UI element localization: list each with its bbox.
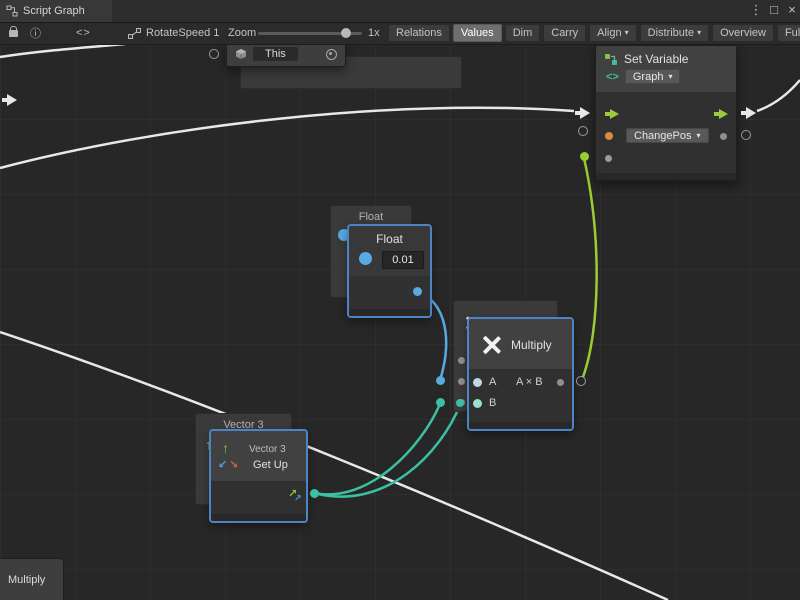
script-graph-tab[interactable]: Script Graph (0, 0, 112, 22)
float-value-input[interactable] (382, 251, 424, 269)
float-type-icon (359, 252, 372, 265)
this-node-label: This (253, 47, 298, 61)
variable-value-port[interactable] (605, 155, 612, 162)
down-left-arrow-icon: ↙ (218, 460, 227, 471)
flow-arrow-out-of-set-variable-icon[interactable] (741, 107, 758, 119)
set-variable-title: Set Variable (624, 52, 688, 66)
window-title-bar: Script Graph ⋮ □ × (0, 0, 800, 23)
vector3-node[interactable]: ↑ ↙ ↘ Vector 3 Get Up ↗ ↗ (210, 430, 307, 522)
caret-down-icon: ▾ (697, 29, 701, 37)
variable-name-port[interactable] (605, 132, 613, 140)
multiply-port-b-label: B (489, 397, 496, 409)
vector3-output-port[interactable] (310, 489, 319, 498)
zoom-value: 1x (368, 22, 380, 44)
graph-icon (128, 28, 141, 39)
wire-end-teal-port[interactable] (436, 398, 445, 407)
set-variable-left-port[interactable] (578, 126, 588, 136)
graph-toolbar: ⓘ <> RotateSpeed 1 Zoom 1x Relations Val… (0, 22, 800, 45)
caret-down-icon: ▾ (625, 29, 629, 37)
vector3-operation-label: Get Up (253, 459, 288, 471)
multiply-title: Multiply (511, 338, 552, 352)
variable-name-dropdown[interactable]: ChangePos ▾ (626, 128, 709, 143)
variable-kind-icon: <> (606, 71, 619, 83)
multiply-ghost-port-1 (458, 357, 465, 364)
float-ghost-title: Float (331, 206, 411, 223)
multiply-icon (480, 334, 502, 356)
vector3-title: Vector 3 (249, 444, 286, 455)
variable-output-port[interactable] (720, 133, 727, 140)
up-arrow-icon: ↑ (222, 441, 229, 455)
multiply-port-a-label: A (489, 376, 496, 388)
multiply-output-hollow-port[interactable] (576, 376, 586, 386)
set-variable-node[interactable]: Set Variable <> Graph ▾ ChangePos ▾ (595, 45, 737, 181)
float-output-port[interactable] (413, 287, 422, 296)
values-button[interactable]: Values (453, 24, 502, 42)
multiply-ghost-port-2 (458, 378, 465, 385)
unity-script-graph-window: This Set Variable <> Graph ▾ (0, 0, 800, 600)
script-graph-icon (6, 5, 18, 17)
set-variable-right-port[interactable] (741, 130, 751, 140)
multiply-partial-node[interactable]: Multiply (0, 558, 64, 600)
flow-output-arrow-icon[interactable] (714, 109, 729, 119)
full-screen-button[interactable]: Full Screen (777, 24, 800, 42)
carry-button[interactable]: Carry (543, 24, 586, 42)
multiply-input-b-port[interactable] (473, 399, 482, 408)
set-variable-icon (604, 52, 618, 66)
variable-kind-dropdown[interactable]: Graph ▾ (625, 69, 681, 84)
multiply-output-port[interactable] (557, 379, 564, 386)
tab-title: Script Graph (23, 5, 85, 17)
this-node-output-port-icon[interactable] (326, 49, 337, 60)
wire-end-green-port[interactable] (580, 152, 589, 161)
info-icon[interactable]: ⓘ (30, 22, 41, 44)
float-title: Float (349, 226, 430, 246)
graph-breadcrumb[interactable]: RotateSpeed 1 (128, 22, 219, 44)
graph-name: RotateSpeed 1 (146, 27, 219, 39)
flow-arrow-left-edge-icon[interactable] (2, 94, 19, 106)
relations-button[interactable]: Relations (388, 24, 450, 42)
down-right-arrow-icon: ↘ (229, 460, 238, 471)
distribute-dropdown-button[interactable]: Distribute▾ (640, 24, 709, 42)
lock-icon[interactable] (9, 30, 18, 37)
caret-down-icon: ▾ (697, 132, 701, 140)
maximize-icon[interactable]: □ (766, 2, 782, 17)
multiply-partial-title: Multiply (8, 574, 45, 586)
window-menu-icon[interactable]: ⋮ (748, 2, 764, 18)
multiply-input-a-port[interactable] (473, 378, 482, 387)
flow-input-arrow-icon[interactable] (605, 109, 620, 119)
code-view-icon[interactable]: <> (76, 22, 91, 44)
align-dropdown-button[interactable]: Align▾ (589, 24, 636, 42)
dim-button[interactable]: Dim (505, 24, 541, 42)
multiply-result-label: A × B (516, 376, 543, 388)
up-right-arrow-icon: ↗ (294, 494, 302, 503)
flow-arrow-into-set-variable-icon[interactable] (575, 107, 592, 119)
wire-end-blue-port[interactable] (436, 376, 445, 385)
cube-icon (235, 48, 247, 60)
multiply-node[interactable]: Multiply A A × B B (468, 318, 573, 430)
this-node-left-port[interactable] (209, 49, 219, 59)
float-node[interactable]: Float (348, 225, 431, 317)
overview-button[interactable]: Overview (712, 24, 774, 42)
caret-down-icon: ▾ (668, 73, 672, 81)
vector3-ghost-title: Vector 3 (196, 414, 291, 431)
close-icon[interactable]: × (784, 2, 800, 17)
wire-end-teal-ghost-port[interactable] (456, 399, 464, 407)
zoom-label: Zoom (228, 22, 256, 44)
zoom-slider-handle[interactable] (341, 28, 351, 38)
